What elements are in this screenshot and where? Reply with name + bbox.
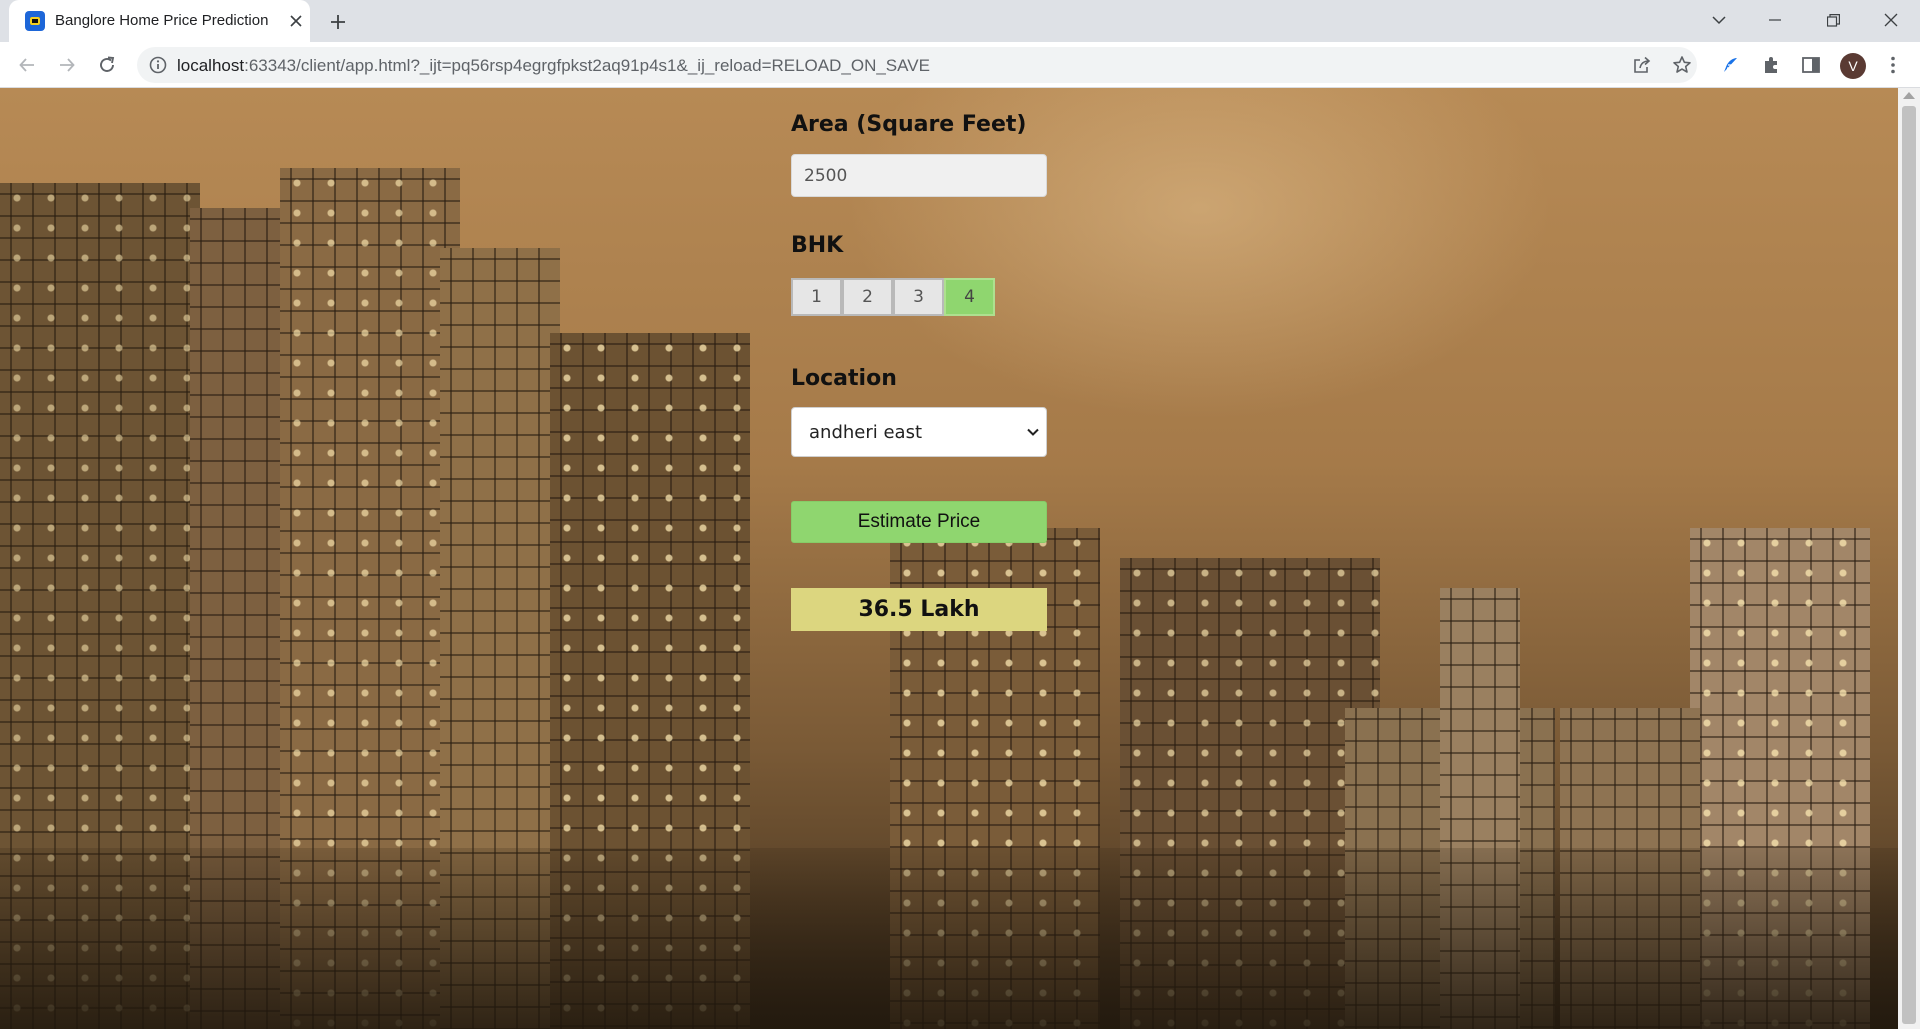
bookmark-star-icon[interactable] (1671, 54, 1693, 76)
area-input[interactable]: 2500 (791, 154, 1047, 197)
location-label: Location (791, 366, 897, 391)
more-menu-icon[interactable] (1881, 53, 1905, 77)
browser-tab[interactable]: Banglore Home Price Prediction (9, 0, 310, 42)
tab-title: Banglore Home Price Prediction (55, 12, 269, 29)
extensions-puzzle-icon[interactable] (1759, 53, 1783, 77)
tab-strip: Banglore Home Price Prediction (0, 0, 1920, 42)
close-window-icon[interactable] (1868, 0, 1914, 40)
restore-icon[interactable] (1810, 0, 1856, 40)
chevron-down-icon (1027, 428, 1039, 436)
info-icon[interactable] (149, 56, 167, 74)
address-bar[interactable]: localhost:63343/client/app.html?_ijt=pq5… (137, 47, 1697, 83)
minimize-icon[interactable] (1752, 0, 1798, 40)
city-background-image (0, 88, 1898, 1029)
bhk-label: BHK (791, 233, 844, 258)
location-select[interactable]: andheri east (791, 407, 1047, 457)
bhk-radio-group: 1 2 3 4 (791, 278, 995, 316)
bhk-option-4[interactable]: 4 (944, 278, 995, 316)
location-selected-value: andheri east (809, 421, 923, 443)
browser-toolbar: localhost:63343/client/app.html?_ijt=pq5… (0, 42, 1920, 88)
area-label: Area (Square Feet) (791, 112, 1027, 137)
scrollbar-thumb[interactable] (1902, 106, 1916, 1024)
reload-icon[interactable] (91, 49, 123, 81)
url-host: localhost (177, 56, 245, 75)
page-viewport: Area (Square Feet) 2500 BHK 1 2 3 4 Loca… (0, 88, 1920, 1029)
scroll-up-arrow-icon[interactable] (1903, 92, 1915, 99)
side-panel-icon[interactable] (1799, 53, 1823, 77)
pycharm-icon (25, 11, 45, 31)
bhk-option-3[interactable]: 3 (893, 278, 944, 316)
close-tab-icon[interactable] (284, 9, 308, 33)
forward-arrow-icon[interactable] (51, 49, 83, 81)
new-tab-button[interactable] (324, 8, 352, 36)
estimate-price-button[interactable]: Estimate Price (791, 501, 1047, 543)
vertical-scrollbar[interactable] (1898, 88, 1920, 1029)
tab-search-icon[interactable] (1696, 0, 1742, 40)
back-arrow-icon[interactable] (11, 49, 43, 81)
url-path: :63343/client/app.html?_ijt=pq56rsp4egrg… (244, 56, 930, 75)
profile-avatar[interactable]: V (1840, 53, 1866, 79)
feather-extension-icon[interactable] (1719, 53, 1743, 77)
url-text[interactable]: localhost:63343/client/app.html?_ijt=pq5… (177, 56, 930, 76)
estimated-price-result: 36.5 Lakh (791, 588, 1047, 631)
bhk-option-2[interactable]: 2 (842, 278, 893, 316)
bhk-option-1[interactable]: 1 (791, 278, 842, 316)
share-icon[interactable] (1631, 54, 1653, 76)
area-input-value: 2500 (804, 165, 848, 186)
